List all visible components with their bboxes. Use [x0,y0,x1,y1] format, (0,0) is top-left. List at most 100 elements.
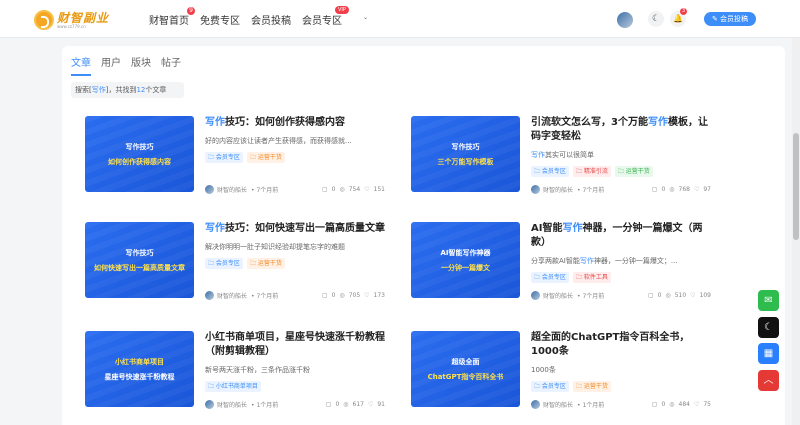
comment-count: ▢ 0 [325,401,340,408]
article-item[interactable]: 写作技巧 如何创作获得感内容 写作技巧：如何创作获得感内容 好的内容应该让读者产… [85,116,385,194]
tag[interactable]: 🗀 运营干货 [572,381,611,392]
user-avatar[interactable] [617,12,633,28]
article-title[interactable]: 写作技巧：如何创作获得感内容 [205,116,385,130]
like-count: ♡ 173 [364,292,385,299]
tag[interactable]: 🗀 会员专区 [205,258,243,269]
title-text: 引流软文怎么写，3个万能 [531,117,648,128]
author-avatar[interactable] [531,291,540,300]
view-count: ◎ 754 [339,186,361,193]
like-count: ♡ 91 [367,401,385,408]
nav-item-submit[interactable]: 会员投稿 [251,12,291,27]
article-title[interactable]: 超全面的ChatGPT指令百科全书，1000条 [531,331,711,359]
thumb-line2: 一分钟一篇爆文 [441,263,490,272]
author-avatar[interactable] [531,400,540,409]
article-tags: 🗀 会员专区 🗀 运营干货 [531,381,711,392]
author-name[interactable]: 财智的船长 [543,291,573,300]
article-title[interactable]: 写作技巧：如何快速写出一篇高质量文章 [205,222,385,236]
nav-label: 会员专区 [302,16,342,27]
tag[interactable]: 🗀 精准引流 [572,166,611,177]
tag-label: 软件工具 [583,274,608,281]
post-button[interactable]: ✎ 会员投稿 [704,12,756,26]
article-tags: 🗀 会员专区 🗀 运营干货 [205,152,385,163]
article-title[interactable]: AI智能写作神器，一分钟一篇爆文（两款） [531,222,711,250]
article-thumbnail[interactable]: 写作技巧 如何快速写出一篇高质量文章 [85,222,194,298]
article-item[interactable]: 小红书商单项目 星座号快速涨千粉教程 小红书商单项目，星座号快速涨千粉教程（附剪… [85,331,385,409]
article-item[interactable]: AI智能写作神器 一分钟一篇爆文 AI智能写作神器，一分钟一篇爆文（两款） 分享… [411,222,711,300]
article-thumbnail[interactable]: 写作技巧 如何创作获得感内容 [85,116,194,192]
desc-highlight: 写作 [579,257,594,265]
tab-users[interactable]: 用户 [101,54,121,76]
back-to-top-icon[interactable]: ︿ [758,370,779,391]
tag-label: 会员专区 [215,260,240,267]
site-logo[interactable]: 财智副业 www.cz779.cn [34,9,109,31]
tag[interactable]: 🗀 会员专区 [205,152,243,163]
author-name[interactable]: 财智的船长 [217,400,247,409]
tag[interactable]: 🗀 会员专区 [531,381,569,392]
article-item[interactable]: 超级全面 ChatGPT指令百科全书 超全面的ChatGPT指令百科全书，100… [411,331,711,409]
scrollbar-thumb[interactable] [793,133,799,240]
thumb-line1: 小红书商单项目 [115,357,164,366]
view-count: ◎ 705 [339,292,361,299]
tag[interactable]: 🗀 运营干货 [246,152,285,163]
title-highlight: 写作 [205,223,225,234]
view-count: ◎ 484 [669,401,690,408]
nav-item-vip[interactable]: 会员专区 VIP ⌄ [302,6,368,27]
author-avatar[interactable] [205,291,214,300]
tag[interactable]: 🗀 运营干货 [614,166,653,177]
article-item[interactable]: 写作技巧 如何快速写出一篇高质量文章 写作技巧：如何快速写出一篇高质量文章 解决… [85,222,385,300]
nav-item-home[interactable]: 财智首页 9 [149,7,195,27]
author-name[interactable]: 财智的船长 [543,400,573,409]
article-desc: 1000条 [531,366,556,374]
wechat-icon[interactable]: ✉ [758,290,779,311]
tab-posts[interactable]: 帖子 [161,54,181,76]
tag[interactable]: 🗀 会员专区 [531,272,569,283]
article-thumbnail[interactable]: AI智能写作神器 一分钟一篇爆文 [411,222,520,298]
tag[interactable]: 🗀 运营干货 [246,258,285,269]
article-thumbnail[interactable]: 写作技巧 三个万能写作模板 [411,116,520,192]
dark-mode-icon[interactable]: ☾ [648,11,664,27]
title-text: 技巧：如何快速写出一篇高质量文章 [225,223,385,234]
thumb-line2: 星座号快速涨千粉教程 [104,372,175,381]
logo-icon [34,10,54,30]
search-summary: 搜索[写作]，共找到12个文章 [71,82,184,98]
article-title[interactable]: 小红书商单项目，星座号快速涨千粉教程（附剪辑教程） [205,331,385,359]
author-avatar[interactable] [205,400,214,409]
top-header: 财智副业 www.cz779.cn 财智首页 9 免费专区 会员投稿 会员专区 … [0,0,800,38]
tag-label: 会员专区 [541,274,566,281]
article-title[interactable]: 引流软文怎么写，3个万能写作模板，让码字变轻松 [531,116,711,144]
tab-boards[interactable]: 版块 [131,54,151,76]
tag[interactable]: 🗀 软件工具 [572,272,611,283]
author-avatar[interactable] [531,185,540,194]
tag-label: 会员专区 [541,383,566,390]
article-thumbnail[interactable]: 小红书商单项目 星座号快速涨千粉教程 [85,331,194,407]
desc-text: 其实可以很简单 [545,151,594,159]
post-time: 1个月前 [582,402,605,409]
tag-label: 运营干货 [257,260,282,267]
like-count: ♡ 109 [690,292,711,299]
article-item[interactable]: 写作技巧 三个万能写作模板 引流软文怎么写，3个万能写作模板，让码字变轻松 写作… [411,116,711,194]
title-text: 技巧：如何创作获得感内容 [225,117,345,128]
tag[interactable]: 🗀 小红书商单项目 [205,381,261,392]
comment-count: ▢ 0 [321,292,336,299]
tag-label: 会员专区 [215,154,240,161]
tag-label: 精准引流 [583,168,608,175]
qrcode-icon[interactable]: ▦ [758,343,779,364]
article-meta: 财智的船长 • 7个月前 ▢ 0 ◎ 510 ♡ 109 [531,291,711,300]
tag[interactable]: 🗀 会员专区 [531,166,569,177]
article-tags: 🗀 小红书商单项目 [205,381,385,392]
tab-articles[interactable]: 文章 [71,54,91,76]
author-name[interactable]: 财智的船长 [543,185,573,194]
view-count: ◎ 768 [669,186,690,193]
article-meta: 财智的船长 • 7个月前 ▢ 0 ◎ 768 ♡ 97 [531,185,711,194]
dark-mode-toggle-icon[interactable]: ☾ [758,317,779,338]
nav-item-free[interactable]: 免费专区 [200,12,240,27]
logo-subtitle: www.cz779.cn [57,23,86,29]
page-scrollbar[interactable] [792,38,800,425]
article-thumbnail[interactable]: 超级全面 ChatGPT指令百科全书 [411,331,520,407]
author-name[interactable]: 财智的船长 [217,291,247,300]
author-avatar[interactable] [205,185,214,194]
post-time: 7个月前 [582,187,605,194]
author-name[interactable]: 财智的船长 [217,185,247,194]
article-desc: 解决你明明一肚子知识经验却提笔忘字的难题 [205,243,345,251]
like-count: ♡ 75 [693,401,711,408]
